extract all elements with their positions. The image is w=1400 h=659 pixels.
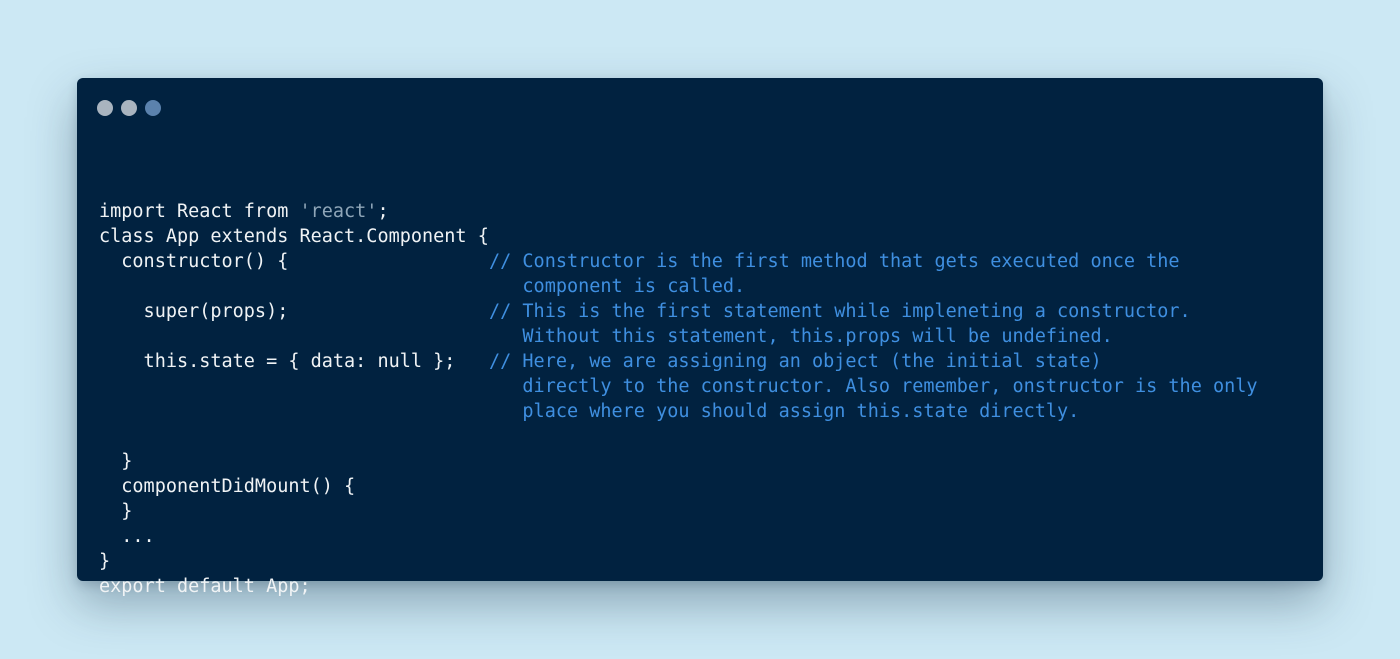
string-literal: 'react'	[299, 201, 378, 222]
code-comment: // Here, we are assigning an object (the…	[489, 351, 1102, 372]
code-line: this.state = { data: null }; // Here, we…	[99, 349, 1299, 374]
code-comment: Without this statement, this.props will …	[489, 326, 1113, 347]
code-text: }	[99, 501, 133, 522]
code-comment: // Constructor is the first method that …	[489, 251, 1180, 272]
code-text: super(props);	[99, 301, 289, 322]
code-line: constructor() { // Constructor is the fi…	[99, 249, 1299, 274]
code-text: }	[99, 551, 111, 572]
code-text: this.state = { data: null };	[99, 351, 456, 372]
minimize-dot-icon[interactable]	[121, 100, 137, 116]
code-line: component is called.	[99, 274, 1299, 299]
code-text: ...	[99, 526, 155, 547]
code-comment: // This is the first statement while imp…	[489, 301, 1191, 322]
code-line: componentDidMount() {	[99, 474, 1299, 499]
code-comment: directly to the constructor. Also rememb…	[489, 376, 1258, 397]
code-window: import React from 'react'; class App ext…	[77, 78, 1323, 597]
code-line: }	[99, 549, 1299, 574]
code-text: export default App;	[99, 576, 311, 597]
code-line: export default App;	[99, 574, 1299, 599]
window-controls	[97, 100, 161, 116]
maximize-dot-icon[interactable]	[145, 100, 161, 116]
code-line: }	[99, 449, 1299, 474]
code-line: place where you should assign this.state…	[99, 399, 1299, 424]
code-text: constructor() {	[99, 251, 289, 272]
code-line: class App extends React.Component {	[99, 224, 1299, 249]
code-text: class App extends React.Component {	[99, 226, 489, 247]
code-text: }	[99, 451, 133, 472]
code-line: Without this statement, this.props will …	[99, 324, 1299, 349]
code-text: import React from 'react';	[99, 201, 389, 222]
code-comment: component is called.	[489, 276, 746, 297]
code-line: ...	[99, 524, 1299, 549]
code-line: directly to the constructor. Also rememb…	[99, 374, 1299, 399]
code-block: import React from 'react'; class App ext…	[99, 174, 1299, 599]
code-text: componentDidMount() {	[99, 476, 356, 497]
code-line: super(props); // This is the first state…	[99, 299, 1299, 324]
code-line: import React from 'react';	[99, 199, 1299, 224]
code-comment: place where you should assign this.state…	[489, 401, 1080, 422]
close-dot-icon[interactable]	[97, 100, 113, 116]
code-line: }	[99, 499, 1299, 524]
